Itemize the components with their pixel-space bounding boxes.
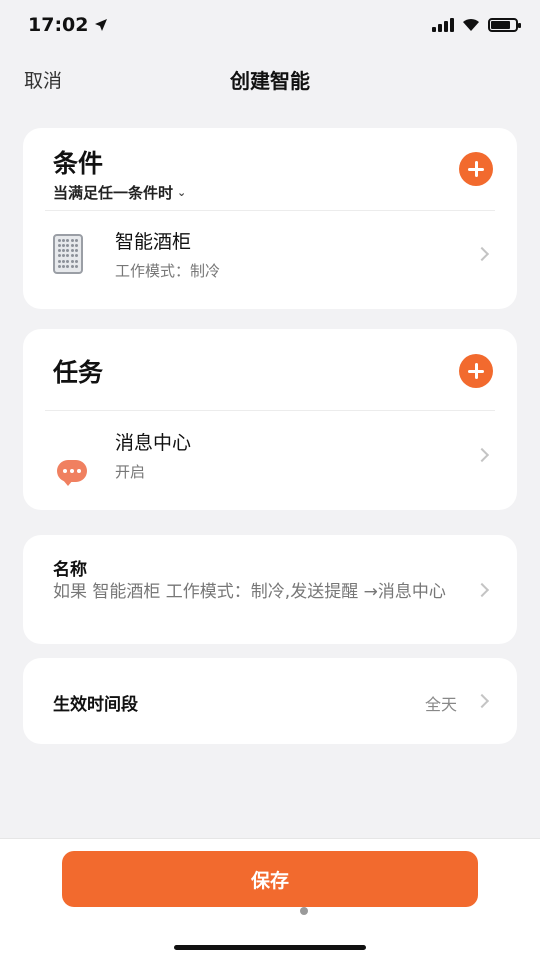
conditions-title: 条件 xyxy=(53,149,104,178)
cellular-signal-icon xyxy=(432,18,454,32)
page-title: 创建智能 xyxy=(230,68,310,93)
chevron-right-icon xyxy=(474,693,490,709)
navigation-bar: 取消 创建智能 xyxy=(0,56,540,102)
task-item-message-center[interactable]: 消息中心 开启 xyxy=(23,425,517,486)
chevron-right-icon xyxy=(474,246,490,262)
task-item-text: 消息中心 开启 xyxy=(115,428,191,482)
status-indicators xyxy=(432,18,521,32)
wine-cabinet-icon xyxy=(53,234,83,274)
divider xyxy=(45,410,495,411)
add-condition-button[interactable] xyxy=(459,152,493,186)
status-time: 17:02 xyxy=(28,14,89,36)
page-indicator-dot xyxy=(300,907,308,915)
effective-period-label: 生效时间段 xyxy=(53,695,138,715)
chevron-right-icon xyxy=(474,582,490,598)
conditions-header: 条件 当满足任一条件时 ⌄ xyxy=(53,144,186,203)
cancel-button[interactable]: 取消 xyxy=(24,66,62,93)
status-bar: 17:02 xyxy=(0,0,540,50)
name-card[interactable]: 名称 如果 智能酒柜 工作模式：制冷,发送提醒 →消息中心 xyxy=(23,535,517,644)
divider xyxy=(45,210,495,211)
bottom-bar: 保存 xyxy=(0,838,540,960)
message-bubble-icon xyxy=(57,460,87,486)
condition-item-wine-cabinet[interactable]: 智能酒柜 工作模式：制冷 xyxy=(23,224,517,284)
wifi-icon xyxy=(463,18,479,31)
status-time-group: 17:02 xyxy=(28,14,108,36)
home-indicator[interactable] xyxy=(174,945,366,950)
name-value: 如果 智能酒柜 工作模式：制冷,发送提醒 →消息中心 xyxy=(53,582,446,602)
tasks-title: 任务 xyxy=(53,358,104,387)
condition-match-selector[interactable]: 当满足任一条件时 ⌄ xyxy=(53,182,186,203)
tasks-card: 任务 消息中心 开启 xyxy=(23,329,517,510)
task-item-title: 消息中心 xyxy=(115,432,192,454)
effective-period-card[interactable]: 生效时间段 全天 xyxy=(23,658,517,744)
chevron-right-icon xyxy=(474,447,490,463)
condition-item-title: 智能酒柜 xyxy=(115,231,192,253)
effective-period-value: 全天 xyxy=(424,695,457,714)
location-arrow-icon xyxy=(95,19,108,31)
tasks-header: 任务 xyxy=(53,353,103,389)
add-task-button[interactable] xyxy=(459,354,493,388)
task-item-subtitle: 开启 xyxy=(115,463,146,481)
chevron-down-icon: ⌄ xyxy=(177,186,187,199)
battery-icon xyxy=(488,18,521,32)
condition-match-label: 当满足任一条件时 xyxy=(53,184,174,202)
condition-item-subtitle: 工作模式：制冷 xyxy=(115,262,221,280)
name-label: 名称 xyxy=(53,560,87,580)
condition-item-text: 智能酒柜 工作模式：制冷 xyxy=(115,227,220,281)
conditions-card: 条件 当满足任一条件时 ⌄ 智能酒柜 工作模式：制冷 xyxy=(23,128,517,309)
save-button[interactable]: 保存 xyxy=(62,851,478,907)
